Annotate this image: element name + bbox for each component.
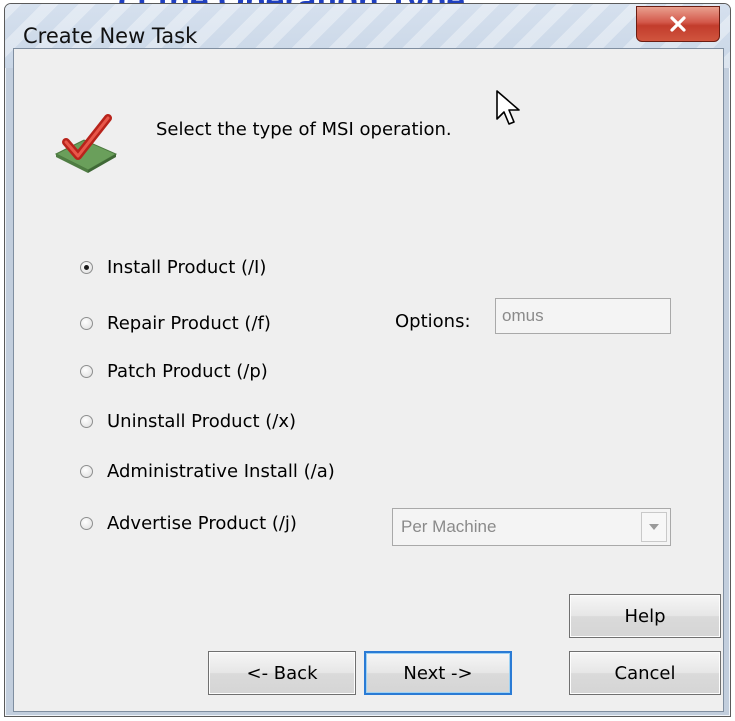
radio-button[interactable] bbox=[80, 316, 93, 330]
back-button[interactable]: <- Back bbox=[208, 651, 356, 695]
create-task-dialog: Create New Task Select the type of MSI o… bbox=[4, 3, 731, 717]
mouse-pointer-icon bbox=[496, 90, 520, 125]
radio-button[interactable] bbox=[80, 260, 93, 274]
window-title: Create New Task bbox=[23, 24, 198, 48]
radio-button[interactable] bbox=[80, 364, 93, 378]
radio-button[interactable] bbox=[80, 516, 93, 530]
chevron-down-icon bbox=[649, 524, 659, 530]
dialog-body: Select the type of MSI operation. Instal… bbox=[13, 48, 724, 712]
cancel-button[interactable]: Cancel bbox=[569, 651, 721, 695]
radio-label: Repair Product (/f) bbox=[107, 312, 271, 334]
close-icon bbox=[670, 16, 686, 32]
help-button[interactable]: Help bbox=[569, 594, 721, 638]
close-button[interactable] bbox=[636, 6, 720, 42]
radio-uninstall-product[interactable]: Uninstall Product (/x) bbox=[80, 409, 296, 433]
next-button[interactable]: Next -> bbox=[364, 651, 512, 695]
radio-administrative-install[interactable]: Administrative Install (/a) bbox=[80, 459, 335, 483]
select-value: Per Machine bbox=[401, 517, 497, 536]
radio-button[interactable] bbox=[80, 414, 93, 428]
radio-repair-product[interactable]: Repair Product (/f) bbox=[80, 311, 271, 335]
prompt-text: Select the type of MSI operation. bbox=[156, 119, 452, 140]
radio-label: Advertise Product (/j) bbox=[107, 512, 297, 534]
radio-advertise-product[interactable]: Advertise Product (/j) bbox=[80, 511, 297, 535]
dropdown-button[interactable] bbox=[641, 512, 667, 542]
radio-label: Administrative Install (/a) bbox=[107, 460, 335, 482]
options-field[interactable] bbox=[495, 298, 671, 334]
advertise-scope-select[interactable]: Per Machine bbox=[392, 508, 671, 546]
radio-label: Install Product (/I) bbox=[107, 256, 267, 278]
radio-label: Patch Product (/p) bbox=[107, 360, 268, 382]
check-mark-icon bbox=[54, 114, 118, 173]
radio-label: Uninstall Product (/x) bbox=[107, 410, 297, 432]
radio-patch-product[interactable]: Patch Product (/p) bbox=[80, 359, 268, 383]
radio-button[interactable] bbox=[80, 464, 93, 478]
radio-install-product[interactable]: Install Product (/I) bbox=[80, 255, 266, 279]
options-label: Options: bbox=[395, 311, 471, 332]
